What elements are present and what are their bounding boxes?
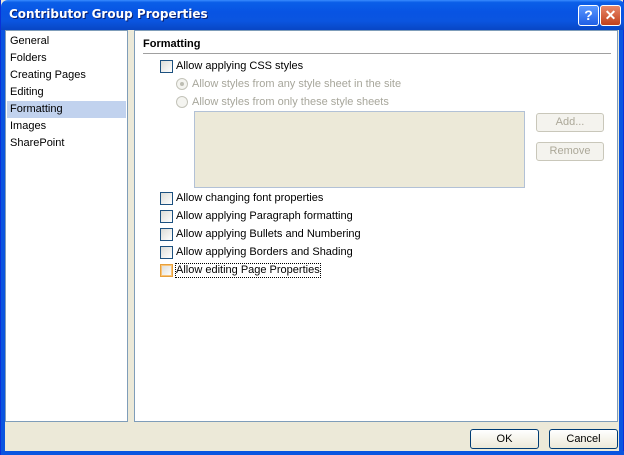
- cancel-button[interactable]: Cancel: [549, 429, 618, 449]
- add-stylesheet-button: Add...: [536, 113, 604, 132]
- paragraph-formatting-checkbox[interactable]: [160, 210, 173, 223]
- formatting-panel: Formatting Allow applying CSS styles All…: [134, 30, 618, 422]
- help-button[interactable]: ?: [578, 5, 599, 26]
- nav-item-general[interactable]: General: [7, 33, 126, 50]
- close-icon: ✕: [604, 7, 617, 23]
- borders-shading-checkbox[interactable]: [160, 246, 173, 259]
- dialog-window: Contributor Group Properties ? ✕ General…: [0, 0, 624, 455]
- borders-shading-label: Allow applying Borders and Shading: [176, 246, 353, 258]
- nav-item-folders[interactable]: Folders: [7, 50, 126, 67]
- nav-item-editing[interactable]: Editing: [7, 84, 126, 101]
- any-stylesheet-radio: [176, 78, 188, 90]
- css-styles-label: Allow applying CSS styles: [176, 60, 304, 72]
- section-title: Formatting: [143, 38, 201, 50]
- title-bar[interactable]: Contributor Group Properties ? ✕: [1, 0, 624, 30]
- css-styles-checkbox[interactable]: [160, 60, 173, 73]
- bullets-numbering-checkbox[interactable]: [160, 228, 173, 241]
- only-stylesheets-label: Allow styles from only these style sheet…: [192, 96, 389, 108]
- section-divider: [143, 53, 611, 54]
- category-list[interactable]: General Folders Creating Pages Editing F…: [5, 30, 128, 422]
- window-frame-bottom: [1, 451, 624, 455]
- nav-item-formatting[interactable]: Formatting: [7, 101, 126, 118]
- paragraph-formatting-label: Allow applying Paragraph formatting: [176, 210, 353, 222]
- stylesheet-list: [194, 111, 525, 188]
- font-properties-checkbox[interactable]: [160, 192, 173, 205]
- nav-item-creating-pages[interactable]: Creating Pages: [7, 67, 126, 84]
- close-button[interactable]: ✕: [600, 5, 621, 26]
- nav-item-images[interactable]: Images: [7, 118, 126, 135]
- only-stylesheets-radio: [176, 96, 188, 108]
- page-properties-label: Allow editing Page Properties: [175, 263, 321, 278]
- window-frame-right: [619, 30, 623, 455]
- page-properties-checkbox[interactable]: [160, 264, 173, 277]
- ok-button[interactable]: OK: [470, 429, 539, 449]
- help-icon: ?: [584, 7, 593, 23]
- any-stylesheet-label: Allow styles from any style sheet in the…: [192, 78, 402, 90]
- dialog-title: Contributor Group Properties: [9, 7, 208, 21]
- remove-stylesheet-button: Remove: [536, 142, 604, 161]
- bullets-numbering-label: Allow applying Bullets and Numbering: [176, 228, 361, 240]
- font-properties-label: Allow changing font properties: [176, 192, 324, 204]
- nav-item-sharepoint[interactable]: SharePoint: [7, 135, 126, 152]
